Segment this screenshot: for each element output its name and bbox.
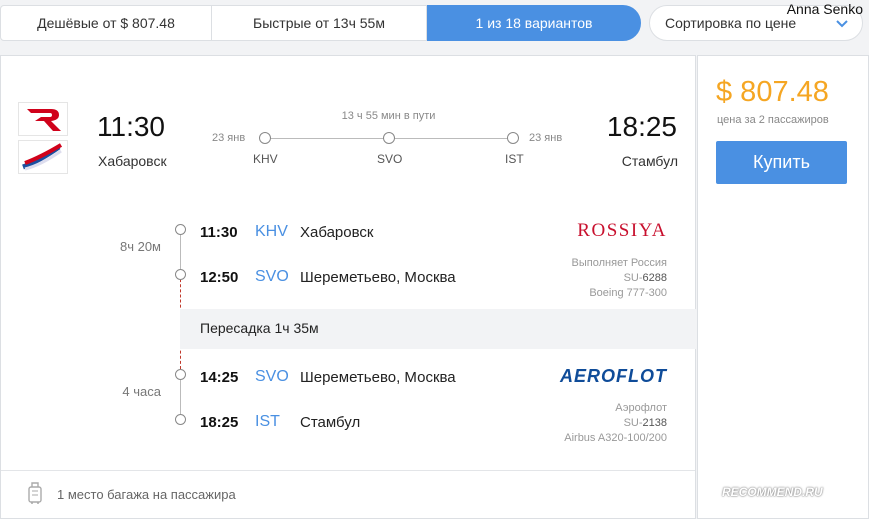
segment-2-dep-time: 14:25 (200, 369, 239, 386)
route-dot-origin (259, 132, 271, 144)
aeroflot-brand: AEROFLOT (560, 366, 667, 386)
price-note: цена за 2 пассажиров (717, 114, 829, 126)
timeline-dot (175, 269, 186, 280)
route-code-origin: KHV (253, 152, 278, 166)
segment-2-flight-number: SU-2138 (623, 417, 667, 429)
price-value: $ 807.48 (716, 76, 829, 108)
segment-1-dep-code: KHV (255, 223, 288, 240)
segment-1-operator: Выполняет Россия (571, 257, 667, 269)
route-dot-destination (507, 132, 519, 144)
tab-cheapest[interactable]: Дешёвые от $ 807.48 (0, 5, 212, 41)
watermark: RECOMMEND.RU (722, 485, 823, 499)
buy-button[interactable]: Купить (716, 141, 847, 184)
segment-1-arr-name: Шереметьево, Москва (300, 269, 456, 286)
tab-fastest[interactable]: Быстрые от 13ч 55м (212, 5, 427, 41)
segment-2-dep-name: Шереметьево, Москва (300, 369, 456, 386)
segment-1-dep-time: 11:30 (200, 224, 238, 241)
segment-1-duration: 8ч 20м (119, 239, 161, 254)
flight-card: 11:30 Хабаровск 18:25 Стамбул 13 ч 55 ми… (0, 55, 696, 519)
segment-2-arr-name: Стамбул (300, 414, 361, 431)
segment-2-arr-code: IST (255, 413, 280, 430)
segment-1-arr-time: 12:50 (200, 269, 239, 286)
route-code-transfer: SVO (377, 152, 403, 166)
timeline-segment-1 (180, 230, 181, 274)
segment-2-operator: Аэрофлот (615, 402, 667, 414)
segment-1-aircraft: Boeing 777-300 (589, 287, 667, 299)
departure-date: 23 янв (212, 132, 246, 144)
sort-label: Сортировка по цене (665, 15, 797, 31)
user-name[interactable]: Anna Senko (787, 1, 863, 17)
route-overview: 13 ч 55 мин в пути 23 янв 23 янв KHV SVO… (201, 108, 581, 168)
aeroflot-flag-logo (18, 140, 68, 174)
departure-city: Хабаровск (98, 153, 167, 169)
departure-time: 11:30 (97, 111, 165, 142)
timeline-dot (175, 414, 186, 425)
timeline-dot (175, 369, 186, 380)
baggage-row: 1 место багажа на пассажира (1, 470, 695, 518)
transfer-bar: Пересадка 1ч 35м (180, 309, 696, 349)
arrival-time: 18:25 (606, 111, 677, 142)
segment-2-operator-info: Аэрофлот SU-2138 Airbus A320-100/200 (564, 401, 667, 446)
baggage-label: 1 место багажа на пассажира (57, 487, 236, 502)
segment-2-arr-time: 18:25 (200, 414, 239, 431)
transfer-label: Пересадка 1ч 35м (200, 320, 319, 336)
timeline-dot (175, 224, 186, 235)
segment-2-dep-code: SVO (255, 368, 289, 385)
route-code-destination: IST (505, 152, 524, 166)
fare-tabs: Дешёвые от $ 807.48 Быстрые от 13ч 55м 1… (0, 5, 641, 41)
arrival-city: Стамбул (621, 153, 678, 169)
segment-1-dep-name: Хабаровск (300, 224, 374, 241)
segment-1-operator-info: Выполняет Россия SU-6288 Boeing 777-300 (572, 256, 667, 301)
segment-1-flight-number: SU-6288 (623, 272, 667, 284)
rossiya-logo (18, 102, 68, 136)
chevron-down-icon (836, 20, 848, 28)
baggage-icon (28, 482, 42, 504)
price-panel: $ 807.48 цена за 2 пассажиров Купить (697, 55, 869, 519)
total-duration: 13 ч 55 мин в пути (341, 110, 436, 122)
rossiya-brand: ROSSIYA (577, 220, 667, 241)
segment-1-arr-code: SVO (255, 268, 289, 285)
segment-2-duration: 4 часа (122, 384, 161, 399)
arrival-date: 23 янв (529, 132, 563, 144)
tab-variants[interactable]: 1 из 18 вариантов (427, 5, 641, 41)
segment-2-aircraft: Airbus A320-100/200 (564, 432, 667, 444)
route-dot-transfer (383, 132, 395, 144)
